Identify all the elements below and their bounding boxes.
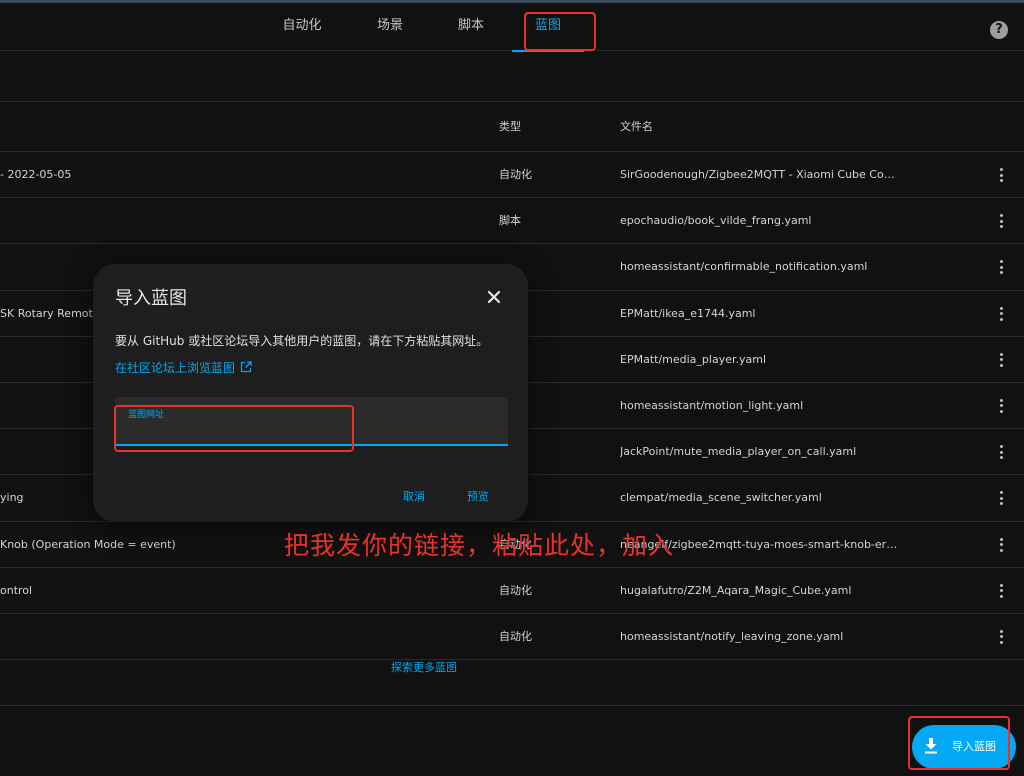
tab-automations[interactable]: 自动化 <box>270 3 334 51</box>
url-field-highlight-box <box>114 405 354 452</box>
tab-scripts[interactable]: 脚本 <box>446 3 496 51</box>
menu-dot <box>999 548 1003 552</box>
menu-dot <box>999 265 1003 269</box>
menu-dot <box>999 225 1003 229</box>
menu-dot <box>999 635 1003 639</box>
table-row[interactable]: 自动化 homeassistant/notify_leaving_zone.yam… <box>0 614 1024 661</box>
overflow-menu-icon[interactable] <box>999 260 1003 275</box>
overflow-menu-icon[interactable] <box>999 491 1003 506</box>
community-forum-link[interactable]: 在社区论坛上浏览蓝图 <box>115 359 252 376</box>
row-filename: hugalafutro/Z2M_Aqara_Magic_Cube.yaml <box>620 583 852 597</box>
fab-highlight-box <box>908 716 1010 770</box>
menu-dot <box>999 404 1003 408</box>
column-header-type[interactable]: 类型 <box>499 102 521 152</box>
row-filename: clempat/media_scene_switcher.yaml <box>620 491 822 505</box>
menu-dot <box>999 312 1003 316</box>
tab-bar: 自动化 场景 脚本 蓝图 ? <box>0 3 1024 52</box>
bottom-divider <box>0 705 1024 706</box>
menu-dot <box>999 358 1003 362</box>
menu-dot <box>999 317 1003 321</box>
row-name <box>0 614 470 660</box>
row-filename: homeassistant/confirmable_notification.y… <box>620 260 868 274</box>
overflow-menu-icon[interactable] <box>999 306 1003 321</box>
tab-highlight-box <box>524 12 596 51</box>
menu-dot <box>999 491 1003 495</box>
row-filename: EPMatt/media_player.yaml <box>620 352 766 366</box>
menu-dot <box>999 583 1003 587</box>
overflow-menu-icon[interactable] <box>999 629 1003 644</box>
menu-dot <box>999 168 1003 171</box>
row-name: ontrol <box>0 583 33 597</box>
menu-dot <box>999 352 1003 356</box>
overflow-menu-icon[interactable] <box>999 398 1003 413</box>
row-filename: homeassistant/motion_light.yaml <box>620 398 804 412</box>
explore-link-label[interactable]: 探索更多蓝图 <box>391 661 457 674</box>
overflow-menu-icon[interactable] <box>999 537 1003 552</box>
row-filename: JackPoint/mute_media_player_on_call.yaml <box>620 445 857 459</box>
preview-button[interactable]: 预览 <box>467 488 489 504</box>
close-icon[interactable] <box>484 287 504 307</box>
import-blueprint-dialog: 导入蓝图 要从 GitHub 或社区论坛导入其他用户的蓝图，请在下方粘贴其网址。… <box>93 264 528 522</box>
overflow-menu-icon[interactable] <box>999 583 1003 598</box>
menu-dot <box>999 450 1003 454</box>
overflow-menu-icon[interactable] <box>999 352 1003 367</box>
menu-dot <box>999 589 1003 593</box>
row-filename: EPMatt/ikea_e1744.yaml <box>620 306 756 320</box>
tab-scenes[interactable]: 场景 <box>362 3 418 51</box>
overflow-menu-icon[interactable] <box>999 168 1003 182</box>
row-name: - 2022-05-05 <box>0 168 72 181</box>
table-row[interactable]: 脚本 epochaudio/book_vilde_frang.yaml <box>0 198 1024 245</box>
menu-dot <box>999 271 1003 275</box>
row-filename: homeassistant/notify_leaving_zone.yaml <box>620 629 844 643</box>
dialog-description: 要从 GitHub 或社区论坛导入其他用户的蓝图，请在下方粘贴其网址。 <box>115 334 489 348</box>
row-type: 脚本 <box>499 214 521 228</box>
menu-dot <box>999 543 1003 546</box>
menu-dot <box>999 219 1003 223</box>
menu-dot <box>999 214 1003 218</box>
menu-dot <box>999 445 1003 449</box>
external-link-icon <box>240 361 252 373</box>
menu-dot <box>999 594 1003 598</box>
row-name <box>0 198 470 244</box>
menu-dot <box>999 260 1003 264</box>
annotation-text: 把我发你的链接，粘贴此处，加入 <box>284 531 675 560</box>
overflow-menu-icon[interactable] <box>999 445 1003 460</box>
menu-dot <box>999 502 1003 506</box>
menu-dot <box>999 363 1003 367</box>
explore-more-blueprints-link[interactable]: 探索更多蓝图 <box>0 659 848 675</box>
row-filename: epochaudio/book_vilde_frang.yaml <box>620 214 812 228</box>
menu-dot <box>999 409 1003 413</box>
dialog-title: 导入蓝图 <box>115 288 187 309</box>
table-row[interactable]: - 2022-05-05 自动化 SirGoodenough/Zigbee2MQTT… <box>0 152 1024 199</box>
column-header-file[interactable]: 文件名 <box>620 102 653 152</box>
table-row[interactable]: ontrol 自动化 hugalafutro/Z2M_Aqara_Magic_Cub… <box>0 568 1024 614</box>
menu-dot <box>999 640 1003 644</box>
menu-dot <box>999 496 1003 500</box>
community-link-label[interactable]: 在社区论坛上浏览蓝图 <box>115 361 235 375</box>
cancel-button[interactable]: 取消 <box>403 488 425 504</box>
overflow-menu-icon[interactable] <box>999 214 1003 229</box>
menu-dot <box>999 456 1003 460</box>
row-type: 自动化 <box>499 168 532 181</box>
row-filename: SirGoodenough/Zigbee2MQTT - Xiaomi Cube … <box>620 168 900 181</box>
table-header: 类型 文件名 <box>0 101 1024 152</box>
help-icon[interactable]: ? <box>990 21 1008 39</box>
menu-dot <box>999 537 1003 541</box>
row-type: 自动化 <box>499 583 532 597</box>
menu-dot <box>999 398 1003 402</box>
menu-dot <box>999 173 1003 177</box>
row-type: 自动化 <box>499 629 532 643</box>
menu-dot <box>999 179 1003 182</box>
menu-dot <box>999 306 1003 310</box>
menu-dot <box>999 629 1003 633</box>
